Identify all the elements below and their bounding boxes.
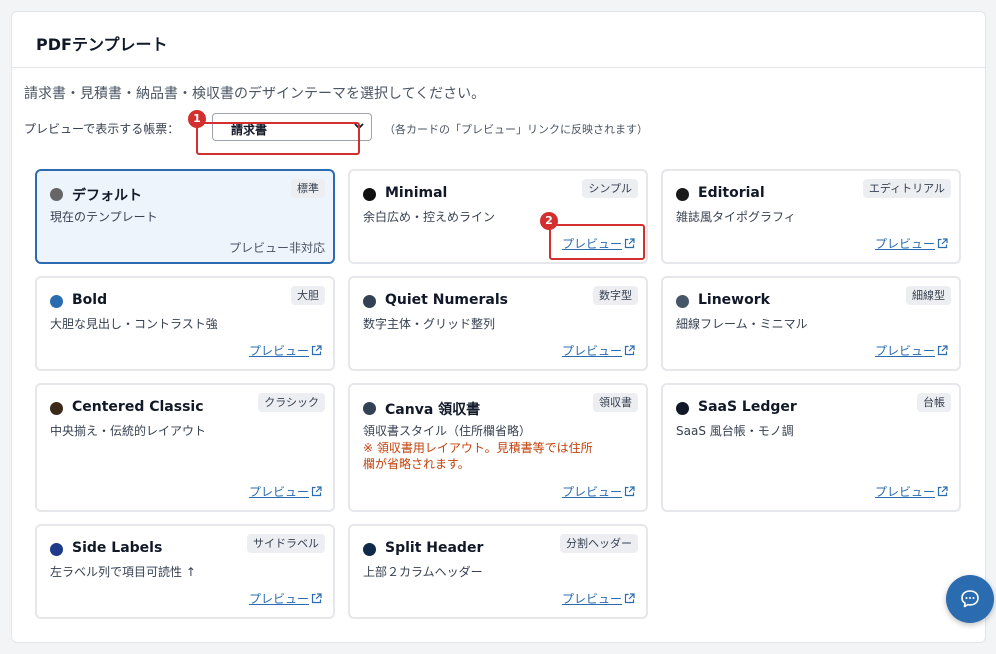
preview-link[interactable]: プレビュー	[875, 483, 948, 500]
preview-document-label: プレビューで表示する帳票：	[24, 122, 180, 136]
template-card[interactable]: Editorial エディトリアル雑誌風タイポグラフィプレビュー	[661, 169, 961, 264]
preview-document-note: （各カードの「プレビュー」リンクに反映されます）	[384, 123, 648, 136]
template-tag: シンプル	[582, 179, 638, 198]
template-description: 上部２カラムヘッダー	[363, 565, 483, 579]
template-tag: 台帳	[917, 393, 951, 412]
preview-link-label: プレビュー	[874, 344, 935, 358]
template-card[interactable]: Canva 領収書 領収書領収書スタイル（住所欄省略） ※ 領収書用レイアウト。見積…	[348, 383, 648, 512]
preview-link[interactable]: プレビュー	[249, 590, 322, 607]
template-card[interactable]: Centered Classic クラシック中央揃え・伝統的レイアウトプレビュー	[35, 383, 335, 512]
external-link-icon	[937, 238, 948, 249]
template-tag: 大胆	[291, 286, 325, 305]
theme-color-dot	[676, 295, 689, 308]
template-name: Minimal	[385, 185, 448, 201]
template-tag: サイドラベル	[247, 534, 325, 553]
preview-link-label: プレビュー	[874, 485, 935, 499]
template-tag: 分割ヘッダー	[560, 534, 638, 553]
external-link-icon	[624, 593, 635, 604]
theme-color-dot	[363, 543, 376, 556]
panel-title: PDFテンプレート	[12, 12, 985, 68]
template-name: Split Header	[385, 540, 484, 556]
template-description: SaaS 風台帳・モノ調	[676, 424, 794, 438]
preview-link-label: プレビュー	[248, 344, 309, 358]
template-description: 余白広め・控えめライン	[363, 210, 496, 224]
preview-link[interactable]: プレビュー	[249, 483, 322, 500]
template-description: 中央揃え・伝統的レイアウト	[50, 424, 207, 438]
preview-link-label: プレビュー	[248, 485, 309, 499]
external-link-icon	[311, 593, 322, 604]
template-name: Quiet Numerals	[385, 292, 508, 308]
external-link-icon	[311, 345, 322, 356]
template-card[interactable]: SaaS Ledger 台帳 SaaS 風台帳・モノ調プレビュー	[661, 383, 961, 512]
preview-link[interactable]: プレビュー	[562, 483, 635, 500]
template-description: 領収書スタイル（住所欄省略）	[363, 424, 532, 438]
template-warning: ※ 領収書用レイアウト。見積書等では住所欄が省略されます。	[363, 441, 593, 471]
preview-link-label: プレビュー	[561, 592, 622, 606]
template-name: Canva 領収書	[385, 402, 481, 418]
template-card[interactable]: デフォルト 標準現在のテンプレートプレビュー非対応	[35, 169, 335, 264]
theme-color-dot	[50, 402, 63, 415]
template-card[interactable]: Bold 大胆大胆な見出し・コントラスト強プレビュー	[35, 276, 335, 371]
template-description: 大胆な見出し・コントラスト強	[50, 317, 218, 331]
theme-color-dot	[50, 543, 63, 556]
template-description: 雑誌風タイポグラフィ	[676, 210, 796, 224]
template-name: SaaS Ledger	[698, 399, 797, 415]
external-link-icon	[937, 486, 948, 497]
template-tag: クラシック	[258, 393, 325, 412]
template-card[interactable]: Side Labels サイドラベル左ラベル列で項目可読性 ↑ プレビュー	[35, 524, 335, 619]
preview-link-label: プレビュー	[248, 592, 309, 606]
template-tag: 標準	[291, 179, 325, 198]
highlight-frame-preview-link	[549, 224, 645, 260]
external-link-icon	[311, 486, 322, 497]
template-name: Editorial	[698, 185, 765, 201]
external-link-icon	[937, 345, 948, 356]
theme-color-dot	[363, 188, 376, 201]
preview-link-label: プレビュー	[561, 344, 622, 358]
template-tag: エディトリアル	[862, 179, 951, 198]
theme-color-dot	[50, 295, 63, 308]
template-tag: 領収書	[593, 393, 638, 412]
template-description: 現在のテンプレート	[50, 210, 158, 224]
template-tag: 細線型	[906, 286, 951, 305]
preview-link[interactable]: プレビュー	[249, 342, 322, 359]
template-name: デフォルト	[72, 188, 142, 204]
template-tag: 数字型	[593, 286, 638, 305]
template-card[interactable]: Split Header 分割ヘッダー上部２カラムヘッダープレビュー	[348, 524, 648, 619]
theme-color-dot	[363, 402, 376, 415]
external-link-icon	[624, 486, 635, 497]
preview-link[interactable]: プレビュー	[875, 235, 948, 252]
preview-link-label: プレビュー	[874, 237, 935, 251]
preview-unavailable-label: プレビュー非対応	[228, 241, 325, 255]
chat-bubble-icon	[961, 590, 979, 608]
template-name: Centered Classic	[72, 399, 204, 415]
highlight-frame-select	[196, 122, 360, 155]
step-badge-2: 2	[540, 212, 558, 230]
template-description: 左ラベル列で項目可読性 ↑	[50, 565, 196, 579]
theme-color-dot	[676, 402, 689, 415]
template-name: Bold	[72, 292, 108, 308]
external-link-icon	[624, 345, 635, 356]
theme-color-dot	[363, 295, 376, 308]
page-description: 請求書・見積書・納品書・検収書のデザインテーマを選択してください。	[24, 86, 486, 102]
preview-link[interactable]: プレビュー	[875, 342, 948, 359]
template-card[interactable]: Quiet Numerals 数字型数字主体・グリッド整列プレビュー	[348, 276, 648, 371]
step-badge-1: 1	[188, 110, 206, 128]
template-name: Side Labels	[72, 540, 163, 556]
preview-link[interactable]: プレビュー	[562, 590, 635, 607]
preview-link-label: プレビュー	[561, 485, 622, 499]
template-description: 数字主体・グリッド整列	[363, 317, 496, 331]
template-name: Linework	[698, 292, 770, 308]
preview-link[interactable]: プレビュー	[562, 342, 635, 359]
theme-color-dot	[50, 188, 63, 201]
template-card[interactable]: Linework 細線型細線フレーム・ミニマルプレビュー	[661, 276, 961, 371]
theme-color-dot	[676, 188, 689, 201]
template-description: 細線フレーム・ミニマル	[676, 317, 808, 331]
chat-button[interactable]	[946, 575, 994, 623]
preview-document-control: プレビューで表示する帳票： 請求書 （各カードの「プレビュー」リンクに反映されま…	[24, 111, 964, 145]
